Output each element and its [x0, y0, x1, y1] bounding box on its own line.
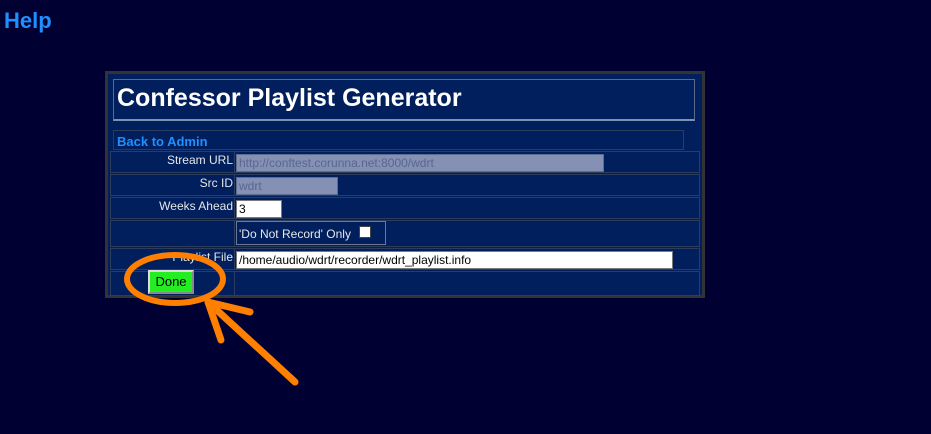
back-to-admin-link[interactable]: Back to Admin	[117, 134, 208, 149]
stream-url-row: Stream URL http://conftest.corunna.net:8…	[110, 151, 700, 173]
src-id-field[interactable]: wdrt	[236, 177, 338, 195]
playlist-file-row: Playlist File /home/audio/wdrt/recorder/…	[110, 248, 700, 270]
playlist-file-label: Playlist File	[111, 249, 235, 269]
done-row	[110, 271, 700, 296]
stream-url-label: Stream URL	[111, 152, 235, 172]
do-not-record-spacer	[111, 221, 235, 246]
playlist-file-field[interactable]: /home/audio/wdrt/recorder/wdrt_playlist.…	[236, 251, 673, 269]
back-row: Back to Admin	[113, 130, 684, 150]
src-id-label: Src ID	[111, 175, 235, 195]
pointer-arrow	[204, 298, 299, 386]
done-button[interactable]: Done	[148, 270, 194, 294]
title-box: Confessor Playlist Generator	[113, 79, 695, 121]
stream-url-field[interactable]: http://conftest.corunna.net:8000/wdrt	[236, 154, 604, 172]
help-link[interactable]: Help	[4, 8, 52, 34]
weeks-ahead-row: Weeks Ahead 3	[110, 197, 700, 219]
do-not-record-group: 'Do Not Record' Only	[236, 221, 386, 245]
weeks-ahead-field[interactable]: 3	[236, 200, 282, 218]
page-title: Confessor Playlist Generator	[117, 84, 462, 112]
playlist-generator-panel: Confessor Playlist Generator Back to Adm…	[105, 71, 705, 298]
weeks-ahead-label: Weeks Ahead	[111, 198, 235, 218]
do-not-record-label: 'Do Not Record' Only	[239, 227, 351, 241]
do-not-record-checkbox[interactable]	[359, 226, 371, 238]
src-id-row: Src ID wdrt	[110, 174, 700, 196]
do-not-record-row: 'Do Not Record' Only	[110, 220, 700, 247]
